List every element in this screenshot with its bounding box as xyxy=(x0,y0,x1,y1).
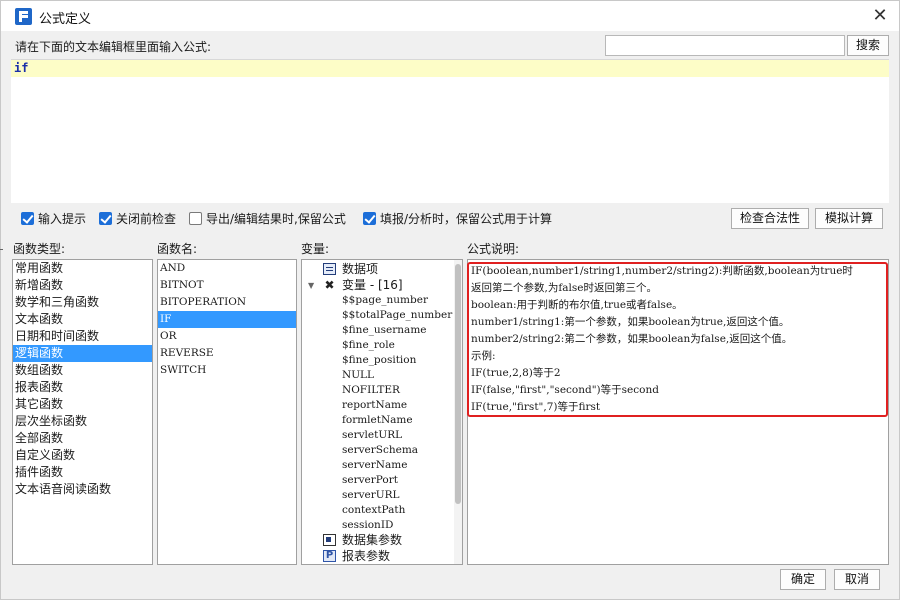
variable-item[interactable]: $fine_username xyxy=(342,323,427,338)
description-line: number2/string2:第二个参数，如果boolean为false,返回… xyxy=(471,333,793,345)
tree-item-dataset-params[interactable]: 数据集参数 xyxy=(302,533,452,548)
function-name-item[interactable]: IF xyxy=(158,311,296,328)
description-label: 公式说明: xyxy=(467,242,520,256)
close-icon[interactable]: ✕ xyxy=(869,5,891,27)
variable-item[interactable]: contextPath xyxy=(342,503,405,518)
chevron-down-icon[interactable]: ▼ xyxy=(308,278,314,293)
checkbox-keep-formula-fill[interactable] xyxy=(363,212,376,225)
dialog-title: 公式定义 xyxy=(39,12,92,27)
ok-button[interactable]: 确定 xyxy=(780,569,826,590)
function-name-item[interactable]: BITNOT xyxy=(158,277,296,294)
report-param-icon: P xyxy=(323,550,336,562)
checkbox-input-hint[interactable] xyxy=(21,212,34,225)
function-type-item[interactable]: 逻辑函数 xyxy=(13,345,152,362)
variable-item[interactable]: sessionID xyxy=(342,518,393,533)
option-label: 导出/编辑结果时,保留公式 xyxy=(206,212,346,226)
variable-item[interactable]: $$page_number xyxy=(342,293,428,308)
function-types-label: 函数类型: xyxy=(13,242,66,256)
function-type-item[interactable]: 全部函数 xyxy=(13,430,152,447)
formula-text[interactable]: if xyxy=(14,61,28,75)
function-type-item[interactable]: 其它函数 xyxy=(13,396,152,413)
variable-item[interactable]: formletName xyxy=(342,413,413,428)
function-name-item[interactable]: REVERSE xyxy=(158,345,296,362)
formula-dialog: 公式定义 ✕ 请在下面的文本编辑框里面输入公式: 搜索 if 输入提示 关闭前检… xyxy=(0,0,900,600)
function-type-item[interactable]: 自定义函数 xyxy=(13,447,152,464)
variable-item[interactable]: serverName xyxy=(342,458,407,473)
dataset-param-icon xyxy=(323,534,336,546)
variable-item[interactable]: NOFILTER xyxy=(342,383,400,398)
function-type-item[interactable]: 数组函数 xyxy=(13,362,152,379)
editor-label: 请在下面的文本编辑框里面输入公式: xyxy=(15,40,212,54)
description-line: boolean:用于判断的布尔值,true或者false。 xyxy=(471,299,683,311)
table-icon xyxy=(323,263,336,275)
description-line: number1/string1:第一个参数，如果boolean为true,返回这… xyxy=(471,316,790,328)
checkbox-check-before-close[interactable] xyxy=(99,212,112,225)
variable-item[interactable]: $fine_position xyxy=(342,353,416,368)
tree-label: 数据集参数 xyxy=(342,533,403,547)
description-line: 返回第二个参数,为false时返回第三个。 xyxy=(471,282,657,294)
function-name-item[interactable]: BITOPERATION xyxy=(158,294,296,311)
tree-label: 数据项 xyxy=(342,262,379,276)
description-line: IF(true,2,8)等于2 xyxy=(471,367,561,379)
variables-scroll-thumb[interactable] xyxy=(455,264,461,504)
app-logo-icon xyxy=(15,8,32,25)
function-type-item[interactable]: 新增函数 xyxy=(13,277,152,294)
simulate-button[interactable]: 模拟计算 xyxy=(815,208,883,229)
function-type-item[interactable]: 文本语音阅读函数 xyxy=(13,481,152,498)
function-name-list[interactable]: AND BITNOT BITOPERATION IF OR REVERSE SWITCH xyxy=(157,259,297,565)
variable-item[interactable]: servletURL xyxy=(342,428,402,443)
cancel-button[interactable]: 取消 xyxy=(834,569,880,590)
function-type-list[interactable]: 常用函数 新增函数 数学和三角函数 文本函数 日期和时间函数 逻辑函数 数组函数 报表函数 其它… xyxy=(12,259,153,565)
check-validity-button[interactable]: 检查合法性 xyxy=(731,208,809,229)
edge-marker xyxy=(0,249,3,250)
variable-item[interactable]: $fine_role xyxy=(342,338,395,353)
description-line: IF(false,"first","second")等于second xyxy=(471,384,659,396)
checkbox-keep-formula-export[interactable] xyxy=(189,212,202,225)
search-input[interactable] xyxy=(605,35,845,56)
function-names-label: 函数名: xyxy=(157,242,198,256)
function-type-item[interactable]: 插件函数 xyxy=(13,464,152,481)
current-line-highlight xyxy=(11,60,889,77)
tree-item-data-items[interactable]: 数据项 xyxy=(302,262,452,277)
variable-item[interactable]: serverPort xyxy=(342,473,398,488)
function-name-item[interactable]: SWITCH xyxy=(158,362,296,379)
variable-item[interactable]: serverSchema xyxy=(342,443,418,458)
variable-item[interactable]: serverURL xyxy=(342,488,400,503)
tree-label: 变量 - [16] xyxy=(342,278,403,292)
search-button[interactable]: 搜索 xyxy=(847,35,889,56)
variable-item[interactable]: NULL xyxy=(342,368,374,383)
function-type-item[interactable]: 数学和三角函数 xyxy=(13,294,152,311)
tree-item-variables[interactable]: ▼ ✖ 变量 - [16] xyxy=(302,278,452,293)
variables-tree[interactable]: 数据项 ▼ ✖ 变量 - [16] $$page_number $$totalPa… xyxy=(301,259,463,565)
option-label: 关闭前检查 xyxy=(116,212,177,226)
function-type-item[interactable]: 层次坐标函数 xyxy=(13,413,152,430)
description-line: IF(true,"first",7)等于first xyxy=(471,401,601,413)
formula-editor[interactable]: if xyxy=(11,59,889,203)
function-name-item[interactable]: AND xyxy=(158,260,296,277)
function-type-item[interactable]: 常用函数 xyxy=(13,260,152,277)
option-label: 填报/分析时，保留公式用于计算 xyxy=(380,212,553,226)
variable-item[interactable]: $$totalPage_number xyxy=(342,308,452,323)
function-type-item[interactable]: 报表函数 xyxy=(13,379,152,396)
title-bar: 公式定义 ✕ xyxy=(1,1,899,31)
function-name-item[interactable]: OR xyxy=(158,328,296,345)
description-line: IF(boolean,number1/string1,number2/strin… xyxy=(471,265,853,277)
tree-item-report-params[interactable]: P 报表参数 xyxy=(302,549,452,564)
variables-label: 变量: xyxy=(301,242,330,256)
description-line: 示例: xyxy=(471,350,496,362)
function-type-item[interactable]: 文本函数 xyxy=(13,311,152,328)
option-label: 输入提示 xyxy=(38,212,87,226)
variable-icon: ✖ xyxy=(324,278,335,292)
variable-item[interactable]: reportName xyxy=(342,398,407,413)
tree-label: 报表参数 xyxy=(342,549,391,563)
function-type-item[interactable]: 日期和时间函数 xyxy=(13,328,152,345)
